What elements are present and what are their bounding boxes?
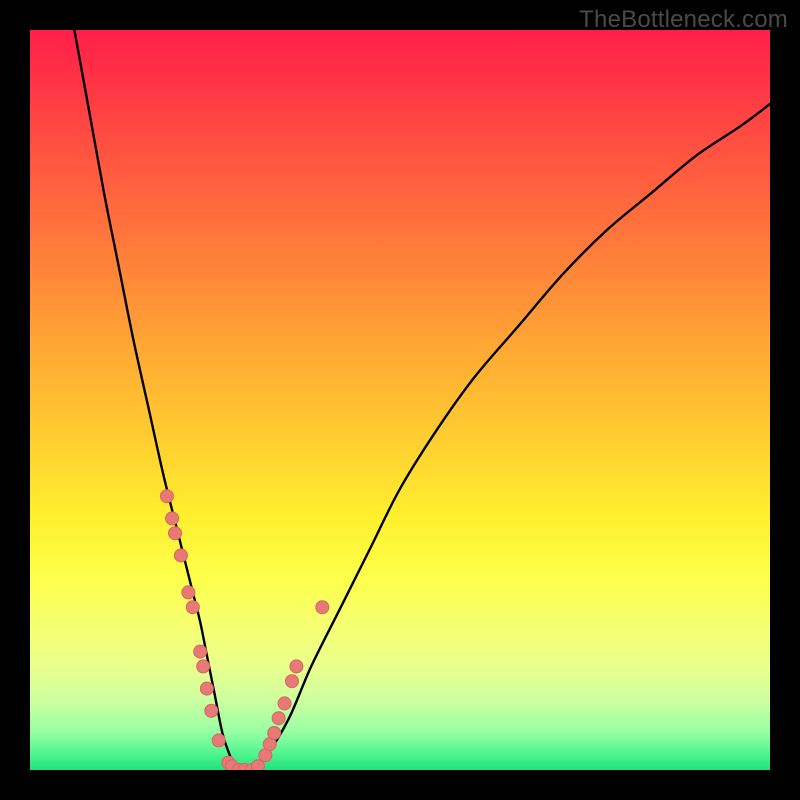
scatter-marker <box>212 734 225 747</box>
chart-overlay <box>30 30 770 770</box>
scatter-marker <box>166 512 179 525</box>
scatter-marker <box>316 601 329 614</box>
scatter-marker <box>186 601 199 614</box>
bottleneck-curve <box>74 30 770 770</box>
scatter-marker <box>174 549 187 562</box>
scatter-marker <box>200 682 213 695</box>
scatter-marker <box>194 645 207 658</box>
scatter-markers <box>160 490 328 770</box>
scatter-marker <box>160 490 173 503</box>
plot-area <box>30 30 770 770</box>
scatter-marker <box>197 660 210 673</box>
scatter-marker <box>285 675 298 688</box>
scatter-marker <box>169 527 182 540</box>
scatter-marker <box>268 727 281 740</box>
scatter-marker <box>182 586 195 599</box>
watermark-text: TheBottleneck.com <box>579 6 788 34</box>
scatter-marker <box>205 704 218 717</box>
scatter-marker <box>278 697 291 710</box>
chart-frame: TheBottleneck.com <box>0 0 800 800</box>
scatter-marker <box>290 660 303 673</box>
scatter-marker <box>272 712 285 725</box>
